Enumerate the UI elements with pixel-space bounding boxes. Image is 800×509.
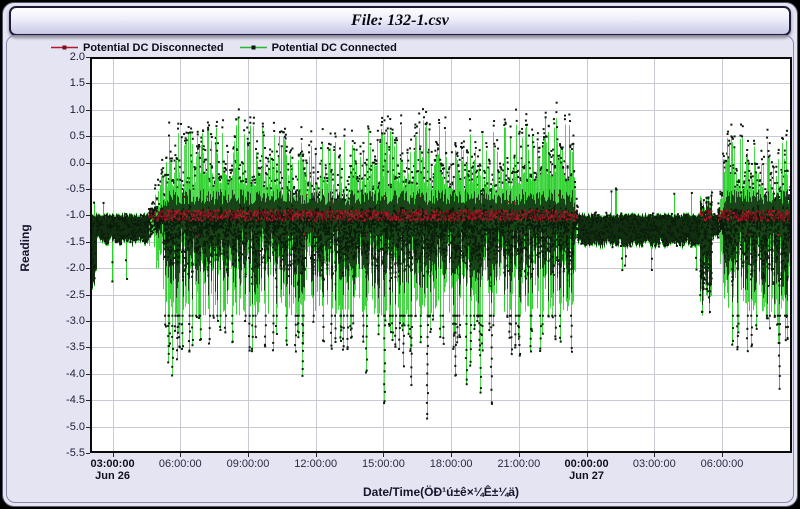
y-tick-label: -2.5 [51,289,85,301]
y-tick-label: -1.0 [51,209,85,221]
y-tick-mark [86,163,90,164]
y-tick-mark [86,110,90,111]
y-tick-label: -1.5 [51,236,85,248]
y-tick-label: -3.0 [51,315,85,327]
app-window: File: 132-1.csv Potential DC Disconnecte… [0,0,800,509]
y-tick-mark [86,427,90,428]
y-axis-title: Reading [18,217,32,279]
window-title: File: 132-1.csv [351,12,449,30]
y-tick-label: 1.5 [51,77,85,89]
y-tick-mark [86,321,90,322]
main-panel: File: 132-1.csv Potential DC Disconnecte… [2,2,798,507]
x-tick-mark [722,453,723,457]
legend-item-potential-dc-connected: Potential DC Connected [240,42,397,54]
x-tick-mark [654,453,655,457]
y-tick-mark [86,242,90,243]
y-tick-mark [86,374,90,375]
y-tick-mark [86,83,90,84]
y-tick-mark [86,453,90,454]
x-tick-mark [316,453,317,457]
y-tick-mark [86,347,90,348]
x-tick-mark [383,453,384,457]
y-tick-label: -3.5 [51,341,85,353]
y-tick-label: -5.0 [51,421,85,433]
y-tick-mark [86,295,90,296]
plot-area[interactable] [90,57,792,453]
legend-label-disconnected: Potential DC Disconnected [83,42,224,54]
y-tick-label: 0.0 [51,157,85,169]
y-tick-label: -0.5 [51,183,85,195]
y-tick-label: -4.0 [51,368,85,380]
x-tick-mark [519,453,520,457]
x-axis-title: Date/Time(ÖÐ¹ú±ê×¼Ê±¼ä) [90,485,792,499]
y-tick-label: 1.0 [51,104,85,116]
x-tick-mark [451,453,452,457]
y-tick-label: -2.0 [51,262,85,274]
chart-panel: Potential DC Disconnected Potential DC C… [6,35,794,503]
x-tick-date-label: Jun 26 [73,470,153,482]
x-tick-mark [180,453,181,457]
x-tick-mark [113,453,114,457]
chart-legend: Potential DC Disconnected Potential DC C… [51,40,397,55]
y-tick-mark [86,215,90,216]
y-tick-label: 2.0 [51,51,85,63]
window-title-bar: File: 132-1.csv [9,6,791,36]
x-tick-date-label: Jun 27 [547,470,627,482]
green-line-marker-icon [240,43,267,52]
y-tick-label: -4.5 [51,394,85,406]
y-tick-mark [86,189,90,190]
x-tick-mark [248,453,249,457]
y-tick-mark [86,57,90,58]
x-tick-mark [587,453,588,457]
y-tick-label: 0.5 [51,130,85,142]
x-tick-label: 06:00:00 [682,458,762,470]
y-tick-mark [86,400,90,401]
legend-label-connected: Potential DC Connected [272,42,397,54]
y-tick-mark [86,268,90,269]
y-tick-mark [86,136,90,137]
